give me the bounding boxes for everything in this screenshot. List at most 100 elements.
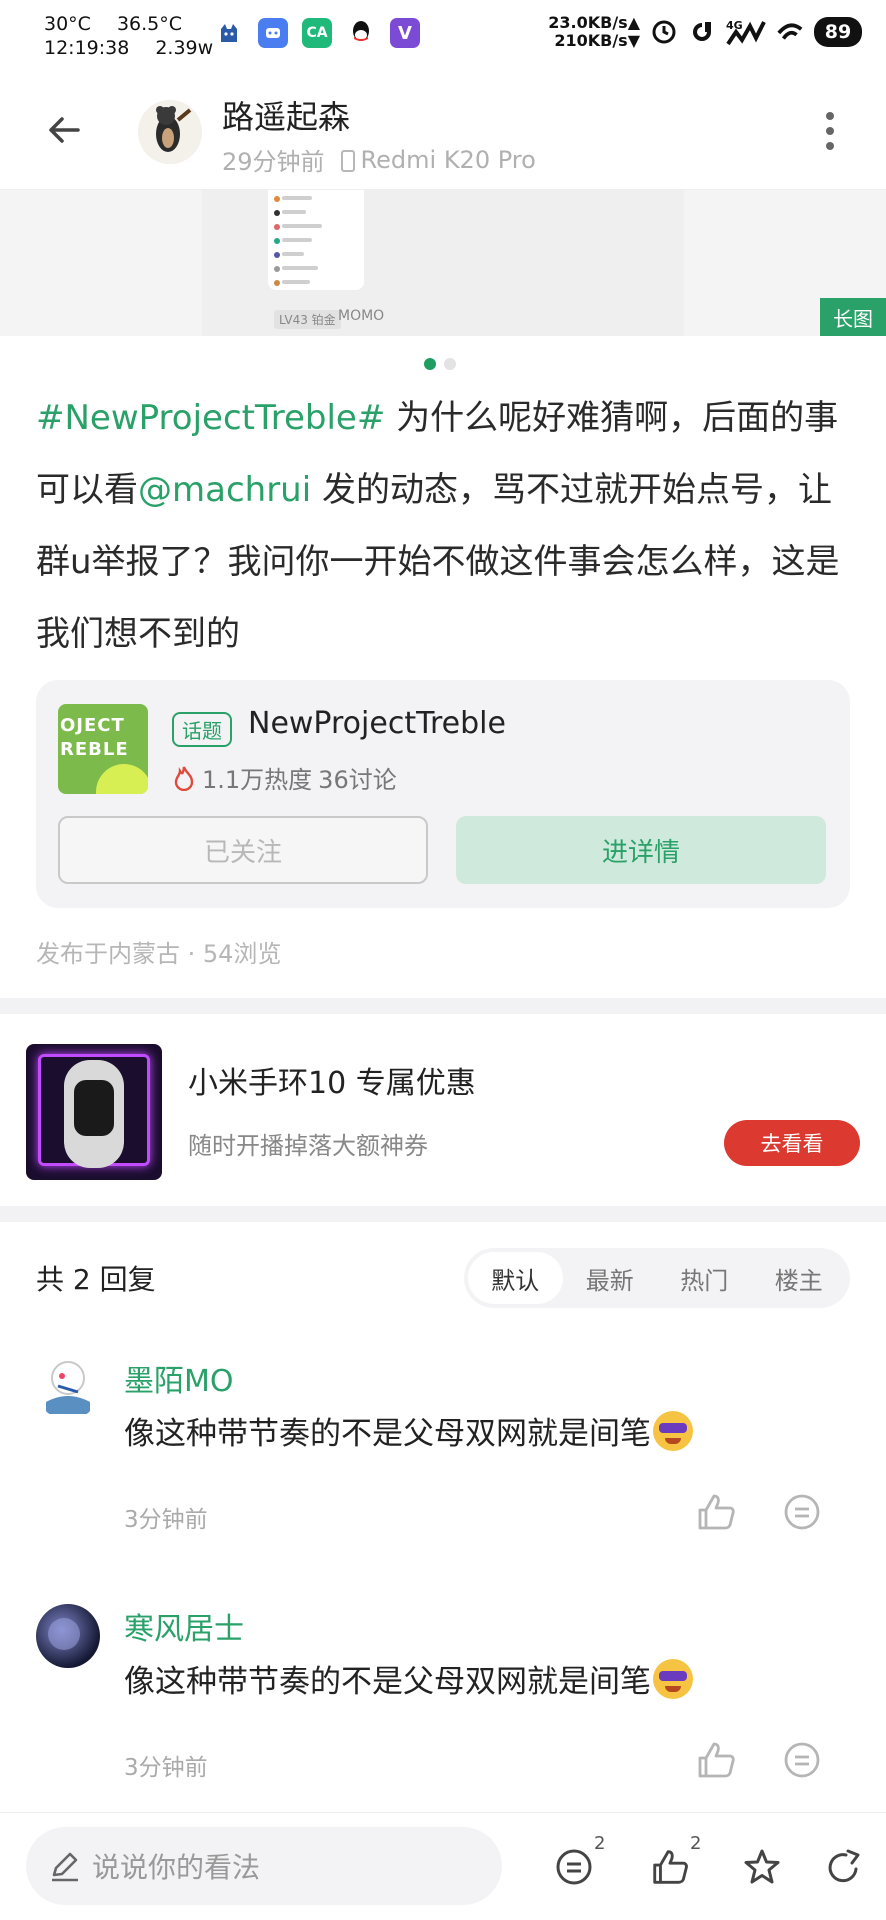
post-image-carousel[interactable]: LV43 铂金 MOMO 长图 xyxy=(0,190,886,336)
vpn-icon xyxy=(688,18,716,46)
comment-icon xyxy=(784,1494,820,1530)
battery-level: 89 xyxy=(814,17,862,47)
share-button[interactable] xyxy=(818,1841,870,1893)
comment-text: 像这种带节奏的不是父母双网就是间笔 xyxy=(124,1656,693,1701)
band-screen xyxy=(74,1080,114,1136)
signal-4g-icon: 4G xyxy=(726,18,766,46)
share-icon xyxy=(828,1849,860,1883)
arrow-left-icon xyxy=(49,117,80,143)
like-count: 2 xyxy=(690,1833,702,1854)
commenter-avatar[interactable] xyxy=(36,1604,100,1668)
ad-view-button[interactable]: 去看看 xyxy=(724,1120,860,1166)
favorite-button[interactable] xyxy=(736,1841,788,1893)
bottom-action-bar: 说说你的看法 2 2 xyxy=(0,1812,886,1920)
comment-item: 寒风居士 像这种带节奏的不是父母双网就是间笔 3分钟前 xyxy=(0,1604,886,1824)
comment-count: 2 xyxy=(594,1833,606,1854)
device-info: Redmi K20 Pro xyxy=(340,145,536,174)
battery-temperature: 30°C xyxy=(44,13,91,35)
topic-thumbnail-text: OJECT REBLE xyxy=(60,715,129,760)
commenter-name[interactable]: 寒风居士 xyxy=(124,1604,244,1648)
device-name: Redmi K20 Pro xyxy=(360,145,536,174)
comment-reply-button[interactable] xyxy=(780,1738,824,1782)
status-bar: 30°C 36.5°C 12:19:38 2.39w CA V 23.0KB/s… xyxy=(0,0,886,72)
carousel-dot xyxy=(444,358,456,370)
post-hashtag[interactable]: #NewProjectTreble# xyxy=(36,398,385,438)
qq-icon xyxy=(346,18,376,48)
topic-card[interactable]: OJECT REBLE 话题 NewProjectTreble 1.1万热度 3… xyxy=(36,680,850,908)
notification-icons: CA V xyxy=(214,18,420,48)
clock: 12:19:38 xyxy=(44,37,130,59)
svg-text:4G: 4G xyxy=(726,19,743,32)
cool-emoji-icon xyxy=(653,1410,693,1451)
post-content: #NewProjectTreble# 为什么呢好难猜啊，后面的事可以看@mach… xyxy=(36,382,856,670)
reply-sort-tabs: 默认 最新 热门 楼主 xyxy=(464,1248,850,1308)
carousel-indicator xyxy=(424,358,456,370)
carousel-dot-active xyxy=(424,358,436,370)
post-screenshot-image[interactable]: LV43 铂金 MOMO xyxy=(202,190,684,336)
wifi-icon xyxy=(776,18,804,46)
like-button[interactable] xyxy=(644,1841,696,1893)
phone-icon xyxy=(340,149,355,172)
topic-heat: 1.1万热度 xyxy=(202,766,313,794)
sort-tab-hot[interactable]: 热门 xyxy=(657,1252,752,1304)
ad-title[interactable]: 小米手环10 专属优惠 xyxy=(188,1058,476,1102)
more-options-button[interactable] xyxy=(810,108,850,154)
more-dot xyxy=(826,142,834,150)
status-left: 30°C 36.5°C 12:19:38 2.39w xyxy=(44,12,213,60)
coolapk-icon: CA xyxy=(302,18,332,48)
topic-detail-button[interactable]: 进详情 xyxy=(456,816,826,884)
topic-discussions: 36讨论 xyxy=(318,766,397,794)
followed-button[interactable]: 已关注 xyxy=(58,816,428,884)
ad-image[interactable] xyxy=(26,1044,162,1180)
blue-app-icon xyxy=(258,18,288,48)
reply-count: 共 2 回复 xyxy=(36,1263,156,1296)
comment-like-button[interactable] xyxy=(694,1738,738,1782)
commenter-avatar[interactable] xyxy=(36,1356,100,1420)
topic-title[interactable]: NewProjectTreble xyxy=(248,706,506,741)
sort-tab-author[interactable]: 楼主 xyxy=(752,1252,847,1304)
comment-reply-button[interactable] xyxy=(780,1490,824,1534)
comment-item: 墨陌MO 像这种带节奏的不是父母双网就是间笔 3分钟前 xyxy=(0,1356,886,1576)
ambient-temperature: 36.5°C xyxy=(116,13,183,35)
author-avatar[interactable] xyxy=(138,100,202,164)
v-app-icon: V xyxy=(390,18,420,48)
cat-app-icon xyxy=(214,18,244,48)
alarm-icon xyxy=(650,18,678,46)
comment-input[interactable]: 说说你的看法 xyxy=(26,1827,502,1905)
back-button[interactable] xyxy=(36,102,92,158)
comment-like-button[interactable] xyxy=(694,1490,738,1534)
commenter-name[interactable]: 墨陌MO xyxy=(124,1356,234,1400)
thumbs-up-icon xyxy=(653,1850,688,1884)
status-right: 23.0KB/s▲ 210KB/s▼ 4G 89 xyxy=(548,14,862,50)
sort-tab-newest[interactable]: 最新 xyxy=(563,1252,658,1304)
topic-badge: 话题 xyxy=(172,712,232,747)
pencil-icon xyxy=(52,1852,78,1882)
post-meta: 29分钟前 Redmi K20 Pro xyxy=(222,142,536,177)
tennis-ball-icon xyxy=(96,764,148,794)
more-dot xyxy=(826,127,834,135)
comments-button[interactable] xyxy=(548,1841,600,1893)
comment-time: 3分钟前 xyxy=(124,1507,208,1533)
screenshot-level-badge: LV43 铂金 xyxy=(274,310,341,329)
comment-time: 3分钟前 xyxy=(124,1755,208,1781)
post-header: 路遥起森 29分钟前 Redmi K20 Pro xyxy=(0,72,886,190)
cool-emoji-icon xyxy=(653,1658,693,1699)
section-divider xyxy=(0,1206,886,1222)
author-name[interactable]: 路遥起森 xyxy=(222,92,350,138)
screenshot-nickname: MOMO xyxy=(338,308,385,324)
power-draw: 2.39w xyxy=(155,37,214,59)
publish-info: 发布于内蒙古 · 54浏览 xyxy=(36,940,282,968)
post-time: 29分钟前 xyxy=(222,148,325,176)
section-divider xyxy=(0,998,886,1014)
post-mention[interactable]: @machrui xyxy=(138,470,311,510)
ad-subtitle: 随时开播掉落大额神券 xyxy=(188,1132,428,1160)
network-speed: 23.0KB/s▲ 210KB/s▼ xyxy=(548,13,640,50)
comment-text: 像这种带节奏的不是父母双网就是间笔 xyxy=(124,1408,693,1453)
topic-thumbnail: OJECT REBLE xyxy=(58,704,148,794)
comment-input-placeholder: 说说你的看法 xyxy=(92,1851,261,1884)
thumbs-up-icon xyxy=(698,1742,735,1778)
thumbs-up-icon xyxy=(698,1494,735,1530)
sort-tab-default[interactable]: 默认 xyxy=(468,1252,563,1304)
topic-stats: 1.1万热度 36讨论 xyxy=(172,760,397,795)
comment-icon xyxy=(784,1742,820,1778)
